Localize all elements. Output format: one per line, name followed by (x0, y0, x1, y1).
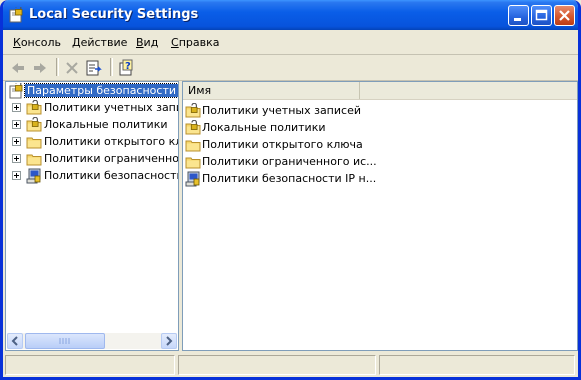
folder-lock-icon (26, 100, 42, 116)
list-item[interactable]: Локальные политики (185, 120, 385, 137)
export-list-icon[interactable] (84, 58, 104, 78)
forward-icon[interactable] (30, 58, 50, 78)
scroll-left-button[interactable] (7, 333, 23, 349)
tree-root-label: Параметры безопасности (23, 83, 178, 98)
status-panel (178, 355, 376, 375)
status-panel (379, 355, 575, 375)
folder-icon (26, 151, 42, 167)
tree-item-label: Политики открытого ключа (44, 135, 178, 148)
expand-icon[interactable] (12, 103, 21, 112)
expand-icon[interactable] (12, 154, 21, 163)
status-bar (3, 353, 578, 377)
title-bar[interactable]: Local Security Settings (3, 0, 578, 30)
tree-item-label: Политики учетных записей (44, 101, 178, 114)
tree-root[interactable]: Параметры безопасности (8, 83, 178, 100)
menu-action[interactable]: Действие (72, 36, 127, 49)
status-panel (5, 355, 175, 375)
folder-icon (185, 137, 201, 153)
toolbar: ? (3, 55, 578, 81)
minimize-button[interactable] (508, 5, 529, 26)
list-item[interactable]: Политики учетных записей (185, 103, 385, 120)
folder-lock-icon (185, 120, 201, 136)
expand-icon[interactable] (12, 137, 21, 146)
expand-icon[interactable] (12, 120, 21, 129)
close-icon (559, 10, 570, 21)
tree-item-label: Политики ограниченного использования про… (44, 152, 179, 165)
main-window: Local Security Settings Консоль Действие… (0, 0, 581, 380)
tree-pane[interactable]: Параметры безопасности Политики учетных … (5, 81, 179, 351)
list-header: Имя (183, 82, 577, 100)
grip-icon (59, 338, 70, 344)
maximize-button[interactable] (531, 5, 552, 26)
toolbar-separator (56, 58, 59, 76)
list-pane[interactable]: Имя Политики учетных записей Локальные п… (182, 81, 578, 351)
chevron-right-icon (166, 336, 173, 346)
tree-item-software-restriction-policies[interactable]: Политики ограниченного использования про… (12, 151, 179, 168)
tree-item-local-policies[interactable]: Локальные политики (12, 117, 178, 134)
folder-icon (185, 154, 201, 170)
scroll-thumb[interactable] (25, 333, 105, 349)
list-item[interactable]: Политики открытого ключа (185, 137, 385, 154)
minimize-icon (514, 18, 521, 21)
folder-icon (26, 134, 42, 150)
chevron-left-icon (11, 336, 18, 346)
security-settings-icon (8, 7, 24, 23)
tree-item-public-key-policies[interactable]: Политики открытого ключа (12, 134, 178, 151)
help-icon[interactable]: ? (117, 58, 137, 78)
menu-help[interactable]: Справка (171, 36, 219, 49)
maximize-icon (535, 9, 548, 21)
menu-bar: Консоль Действие Вид Справка (3, 30, 578, 55)
ip-security-icon (26, 168, 42, 184)
list-item-label: Политики безопасности IP н... (202, 172, 377, 185)
tree-item-label: Локальные политики (44, 118, 168, 131)
menu-view[interactable]: Вид (136, 36, 158, 49)
list-item-label: Локальные политики (202, 121, 326, 134)
svg-text:?: ? (125, 61, 131, 72)
ip-security-icon (185, 171, 201, 187)
close-button[interactable] (554, 5, 575, 26)
expand-icon[interactable] (12, 171, 21, 180)
list-item-label: Политики ограниченного ис... (202, 155, 377, 168)
tree-item-ip-security-policies[interactable]: Политики безопасности IP на "Локальный к… (12, 168, 179, 185)
security-settings-icon (8, 83, 24, 99)
tree-item-label: Политики безопасности IP на "Локальный к… (44, 169, 179, 182)
column-header-name[interactable]: Имя (183, 82, 360, 99)
horizontal-scrollbar[interactable] (7, 333, 177, 349)
list-item[interactable]: Политики ограниченного ис... (185, 154, 385, 171)
window-title: Local Security Settings (29, 7, 199, 22)
folder-lock-icon (185, 103, 201, 119)
list-item[interactable]: Политики безопасности IP н... (185, 171, 385, 188)
toolbar-separator (110, 58, 113, 76)
back-icon[interactable] (8, 58, 28, 78)
tree-item-account-policies[interactable]: Политики учетных записей (12, 100, 178, 117)
scroll-right-button[interactable] (161, 333, 177, 349)
delete-icon[interactable] (62, 58, 82, 78)
folder-lock-icon (26, 117, 42, 133)
list-item-label: Политики открытого ключа (202, 138, 363, 151)
menu-console[interactable]: Консоль (13, 36, 61, 49)
list-item-label: Политики учетных записей (202, 104, 361, 117)
